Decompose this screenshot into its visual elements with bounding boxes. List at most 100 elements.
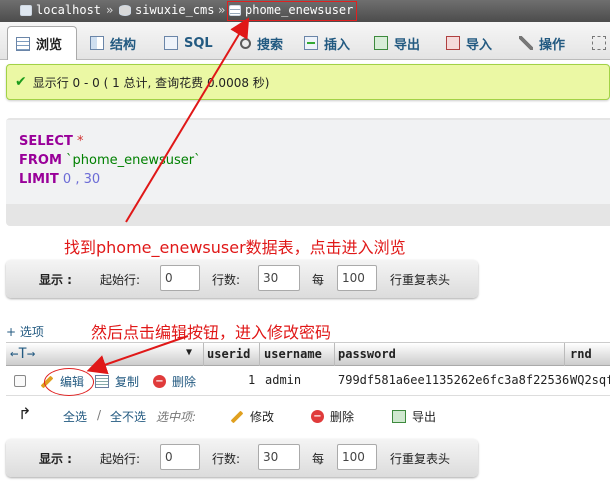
delete-icon: − (311, 410, 324, 423)
options-link[interactable]: + 选项 (6, 323, 44, 340)
cell-username[interactable]: admin (265, 373, 301, 387)
tab-export[interactable]: 导出 (366, 26, 428, 60)
navigation-box-bottom: 显示 : 起始行: 0 行数: 30 每 100 行重复表头 (6, 439, 478, 477)
sql-query-panel: SELECT * FROM `phome_enewsuser` LIMIT 0 … (6, 120, 610, 204)
repeat-header-input[interactable]: 100 (337, 265, 377, 291)
column-divider (334, 343, 335, 367)
sql-select-keyword: SELECT (19, 134, 73, 149)
row-count-label: 行数: (212, 452, 241, 466)
sql-limit-separator: , (75, 172, 80, 187)
row-count-label: 行数: (212, 273, 241, 287)
tab-import-label: 导入 (466, 37, 493, 53)
tab-import[interactable]: 导入 (438, 26, 500, 60)
server-icon (20, 4, 32, 16)
start-row-input[interactable]: 0 (160, 444, 200, 470)
tab-operations-label: 操作 (539, 37, 566, 53)
column-divider (564, 343, 565, 367)
success-message: ✔ 显示行 0 - 0 ( 1 总计, 查询花费 0.0008 秒) (6, 64, 610, 100)
sql-table-name: `phome_enewsuser` (66, 153, 201, 168)
browse-icon (16, 36, 30, 51)
delete-icon: − (153, 375, 166, 388)
row-count-input[interactable]: 30 (258, 265, 300, 291)
sql-limit-keyword: LIMIT (19, 172, 59, 187)
breadcrumb-server-label: localhost (36, 3, 102, 17)
delete-button[interactable]: − 删除 (153, 373, 196, 390)
annotation-note-1: 找到phome_enewsuser数据表，点击进入浏览 (64, 238, 406, 257)
show-label: 显示 : (39, 452, 72, 466)
deselect-all-link[interactable]: 全不选 (110, 408, 146, 425)
sql-star: * (76, 134, 84, 149)
export-icon (392, 410, 406, 423)
cell-userid[interactable]: 1 (248, 373, 255, 387)
wrench-icon (519, 36, 533, 50)
breadcrumb-server[interactable]: localhost (20, 3, 101, 17)
select-all-link[interactable]: 全选 (63, 408, 87, 425)
results-table-header: ←T→ ▼ userid username password rnd (6, 342, 610, 367)
start-row-label: 起始行: (100, 452, 141, 466)
delete-label: 删除 (172, 375, 197, 389)
selected-items-label: 选中项: (156, 410, 197, 424)
pencil-icon (230, 410, 244, 423)
tab-search[interactable]: 搜索 (232, 26, 291, 60)
breadcrumb-separator: » (218, 3, 226, 17)
sql-query-box: SELECT * FROM `phome_enewsuser` LIMIT 0 … (6, 118, 610, 226)
tab-structure-label: 结构 (110, 37, 137, 53)
sql-limit-start: 0 (62, 172, 72, 187)
structure-icon (90, 36, 104, 50)
success-message-text: 显示行 0 - 0 ( 1 总计, 查询花费 0.0008 秒) (32, 75, 270, 90)
copy-label: 复制 (115, 375, 140, 389)
bulk-export-label: 导出 (412, 410, 437, 424)
bulk-delete-label: 删除 (330, 410, 355, 424)
checkmark-icon: ✔ (15, 74, 27, 90)
repeat-header-label: 行重复表头 (390, 452, 451, 466)
tab-operations[interactable]: 操作 (511, 26, 573, 60)
annotation-highlight-box (227, 1, 357, 21)
table-row: 编辑 复制 − 删除 1 admin 799df581a6ee1135262e6… (6, 366, 610, 396)
navigation-box-top: 显示 : 起始行: 0 行数: 30 每 100 行重复表头 (6, 260, 478, 298)
repeat-each-label: 每 (312, 273, 325, 287)
more-icon (592, 36, 606, 50)
start-row-input[interactable]: 0 (160, 265, 200, 291)
tab-sql-label: SQL (184, 35, 213, 51)
column-header-rnd[interactable]: rnd (570, 347, 592, 361)
tab-insert[interactable]: 插入 (296, 26, 358, 60)
copy-button[interactable]: 复制 (95, 373, 139, 390)
tab-browse-label: 浏览 (36, 38, 63, 53)
cell-rnd[interactable]: WQ2sqf (570, 373, 610, 387)
column-header-userid[interactable]: userid (207, 347, 250, 361)
sql-line-limit: LIMIT 0 , 30 (19, 172, 100, 187)
bulk-modify-label: 修改 (250, 410, 275, 424)
row-checkbox[interactable] (14, 375, 26, 387)
tab-sql[interactable]: SQL (156, 26, 221, 60)
database-icon (119, 4, 131, 16)
start-row-label: 起始行: (100, 273, 141, 287)
repeat-header-label: 行重复表头 (390, 273, 451, 287)
tab-export-label: 导出 (394, 37, 421, 53)
show-label: 显示 : (39, 273, 72, 287)
column-header-password[interactable]: password (338, 347, 396, 361)
breadcrumb-separator: » (106, 3, 114, 17)
select-separator: / (97, 408, 102, 422)
tab-bar: 浏览 结构 SQL 搜索 插入 导出 导入 操作 (0, 22, 610, 60)
repeat-header-input[interactable]: 100 (337, 444, 377, 470)
tab-more[interactable] (584, 26, 610, 60)
column-header-username[interactable]: username (264, 347, 322, 361)
column-divider (259, 343, 260, 367)
bulk-modify-button[interactable]: 修改 (230, 408, 274, 425)
sql-line-from: FROM `phome_enewsuser` (19, 153, 201, 168)
tab-insert-label: 插入 (324, 37, 351, 53)
bulk-export-button[interactable]: 导出 (392, 408, 436, 425)
insert-icon (304, 36, 318, 50)
breadcrumb-database[interactable]: siwuxie_cms (119, 3, 214, 17)
cell-password[interactable]: 799df581a6ee1135262e6fc3a8f22536 (338, 373, 569, 387)
tab-browse[interactable]: 浏览 (7, 26, 77, 60)
export-icon (374, 36, 388, 50)
row-count-input[interactable]: 30 (258, 444, 300, 470)
tab-structure[interactable]: 结构 (82, 26, 144, 60)
sql-icon (164, 36, 178, 50)
repeat-each-label: 每 (312, 452, 325, 466)
column-sort-dropdown-icon[interactable]: ▼ (186, 347, 192, 358)
column-arrows-icon[interactable]: ←T→ (10, 346, 35, 362)
breadcrumb-database-label: siwuxie_cms (135, 3, 215, 17)
bulk-delete-button[interactable]: − 删除 (311, 408, 354, 425)
